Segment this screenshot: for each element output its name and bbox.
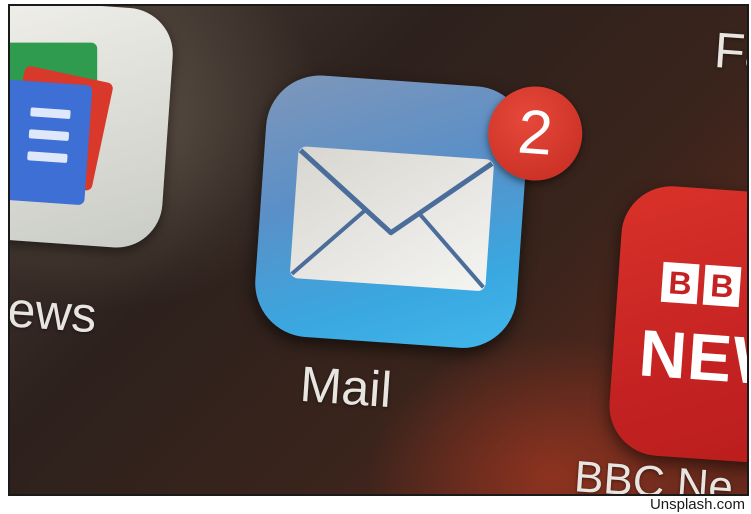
photo-frame: lews 2 Mail B B NEW BBC Ne Fa [8,4,749,496]
bbc-logo-block: B [660,261,700,305]
photo-credit: Unsplash.com [649,496,745,513]
mail-app-icon[interactable] [251,71,532,352]
news-line [30,107,71,120]
bbc-news-app-icon[interactable]: B B NEW [606,182,749,470]
bbc-logo-block: B [702,264,742,308]
top-right-app-label: Fa [712,21,749,82]
google-news-app-icon[interactable] [10,6,176,251]
phone-home-screen: lews 2 Mail B B NEW BBC Ne Fa [8,6,749,494]
news-line [28,129,70,142]
bbc-news-logo-text: NEW [636,315,749,401]
envelope-icon [290,146,494,291]
news-line [27,151,68,163]
mail-app-label: Mail [298,355,394,419]
news-app-label: lews [8,280,99,344]
news-blue-sheet [10,77,93,206]
